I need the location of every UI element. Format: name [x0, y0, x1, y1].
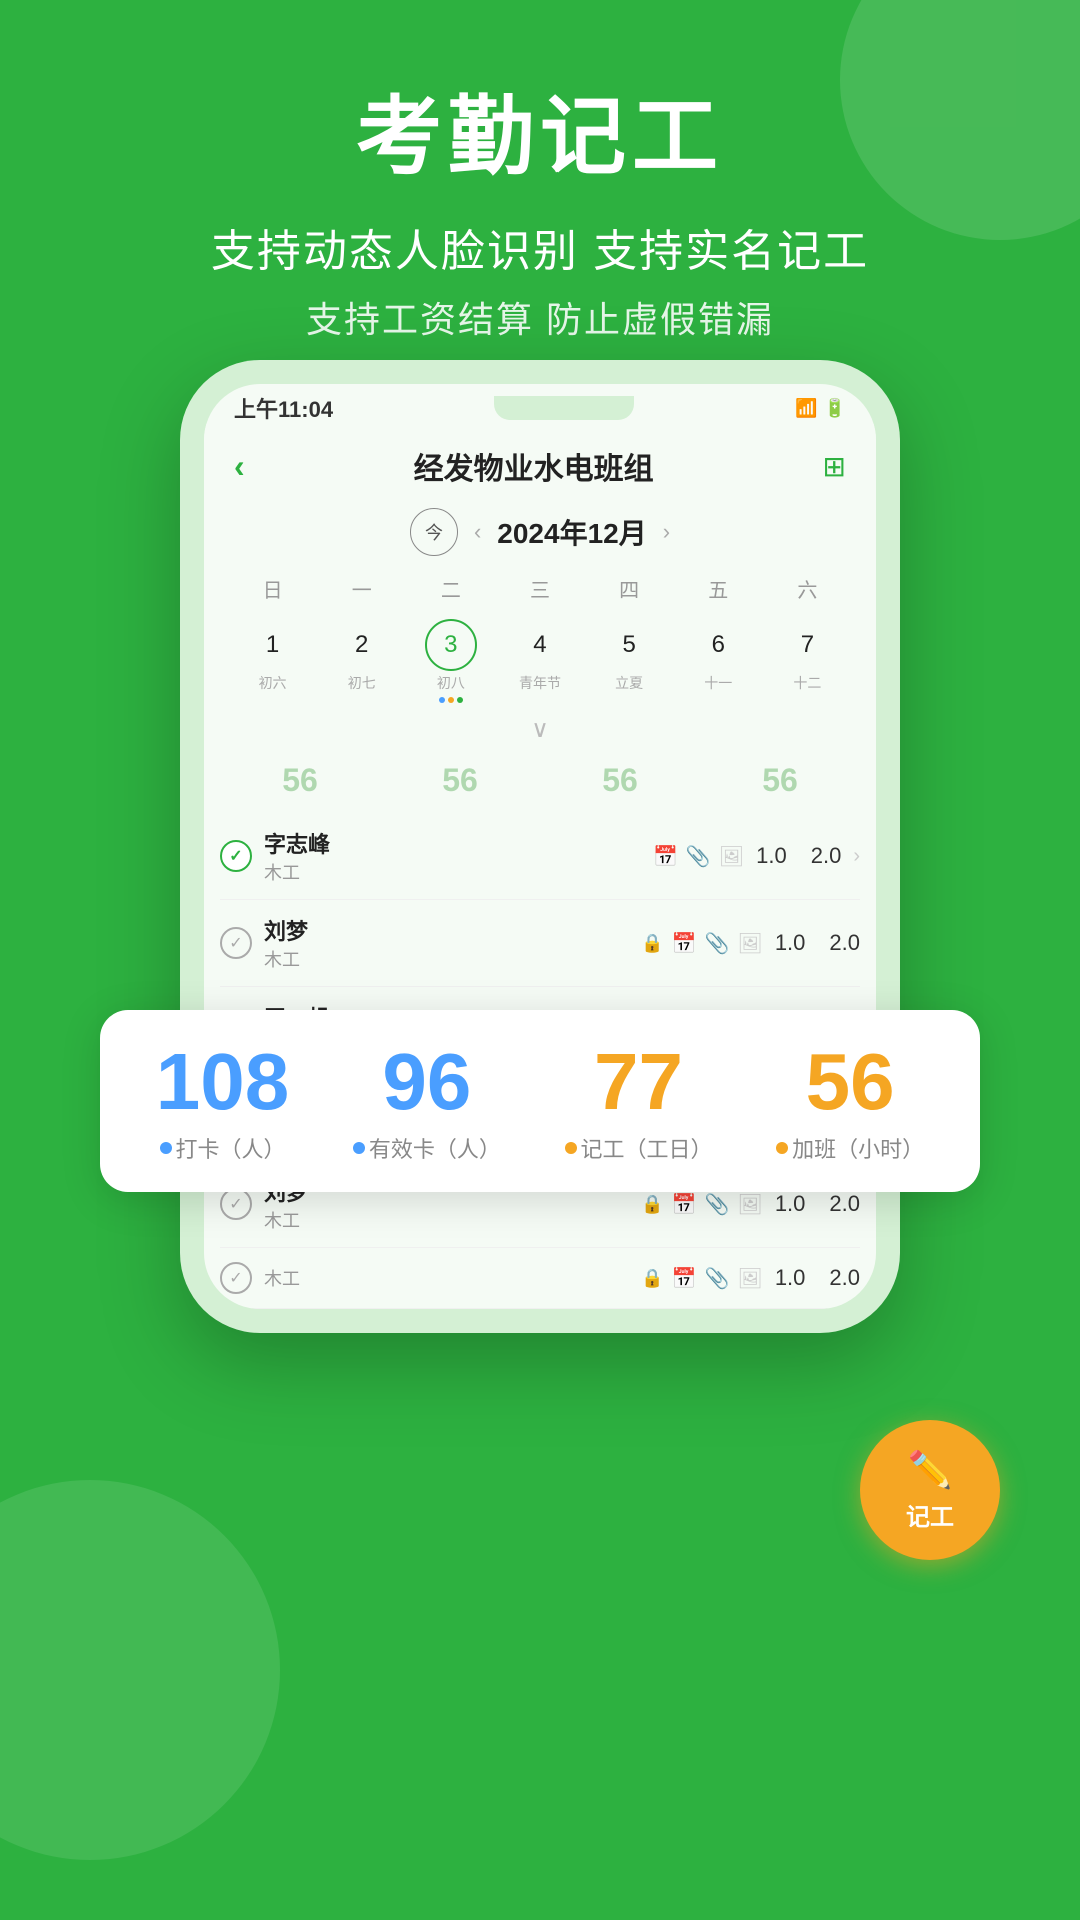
image-icon: 🖼 — [737, 1266, 762, 1291]
weekday-thu: 四 — [585, 570, 674, 607]
valid-dot — [353, 1142, 365, 1154]
worker-row[interactable]: ✓ 字志峰 木工 📅 📎 🖼 1.0 2. — [220, 813, 860, 900]
wifi-icon: 📶 — [795, 398, 817, 419]
record-fab-button[interactable]: ✏️ 记工 — [860, 1420, 1000, 1560]
lock-icon: 🔒 — [641, 1268, 663, 1289]
calendar-expand-button[interactable]: ∨ — [228, 709, 852, 752]
back-button[interactable]: ‹ — [234, 448, 245, 485]
calendar-day-4[interactable]: 4 青年节 — [495, 613, 584, 709]
header-section: 考勤记工 支持动态人脸识别 支持实名记工 支持工资结算 防止虚假错漏 — [0, 0, 1080, 343]
worker-check-2[interactable]: ✓ — [220, 927, 252, 959]
month-label: 2024年12月 — [497, 512, 646, 552]
image-icon: 🖼 — [737, 1192, 762, 1217]
worker-check-1[interactable]: ✓ — [220, 840, 252, 872]
calendar-day-3[interactable]: 3 初八 — [406, 613, 495, 709]
subtitle-2: 支持工资结算 防止虚假错漏 — [0, 291, 1080, 343]
ghost-stats-row: 56 56 56 56 — [204, 752, 876, 809]
workday-count: 77 — [594, 1042, 683, 1122]
battery-icon: 🔋 — [824, 398, 846, 419]
worker-hours-5: 1.0 2.0 — [775, 1191, 860, 1217]
worker-action-icons-6: 🔒 📅 📎 🖼 — [641, 1266, 763, 1291]
stat-item-workday: 77 记工（工日） — [565, 1042, 713, 1164]
checkin-label: 打卡（人） — [160, 1132, 286, 1164]
valid-count: 96 — [382, 1042, 471, 1122]
worker-action-icons-1: 📅 📎 🖼 — [653, 844, 744, 869]
app-header: ‹ 经发物业水电班组 ⊞ — [204, 424, 876, 498]
app-title: 经发物业水电班组 — [245, 444, 823, 488]
worker-hours-2: 1.0 2.0 — [775, 930, 860, 956]
clip-icon: 📎 — [705, 931, 730, 956]
worker-check-5[interactable]: ✓ — [220, 1188, 252, 1220]
workday-dot — [565, 1142, 577, 1154]
worker-info-1: 字志峰 木工 — [264, 827, 641, 885]
overtime-label: 加班（小时） — [776, 1132, 924, 1164]
calendar-icon: 📅 — [653, 844, 678, 869]
worker-check-6[interactable]: ✓ — [220, 1262, 252, 1294]
weekday-tue: 二 — [406, 570, 495, 607]
calendar-day-5[interactable]: 5 立夏 — [585, 613, 674, 709]
worker-action-icons-5: 🔒 📅 📎 🖼 — [641, 1192, 763, 1217]
stats-card: 108 打卡（人） 96 有效卡（人） 77 记工（工日） 56 加班（小时） — [100, 1010, 980, 1192]
worker-row[interactable]: ✓ 木工 🔒 📅 📎 🖼 1.0 — [220, 1248, 860, 1309]
image-icon: 🖼 — [719, 844, 744, 869]
row-arrow-1: › — [853, 845, 860, 868]
overtime-dot — [776, 1142, 788, 1154]
calendar-day-6[interactable]: 6 十一 — [674, 613, 763, 709]
stat-item-overtime: 56 加班（小时） — [776, 1042, 924, 1164]
lock-icon: 🔒 — [641, 1194, 663, 1215]
weekday-fri: 五 — [674, 570, 763, 607]
phone-status-icons: 📶 🔋 — [795, 398, 846, 419]
clip-icon: 📎 — [705, 1192, 730, 1217]
stat-item-checkin: 108 打卡（人） — [156, 1042, 289, 1164]
prev-month-button[interactable]: ‹ — [474, 519, 481, 545]
bg-decoration-bottom — [0, 1480, 280, 1860]
day-dots — [439, 697, 463, 703]
weekday-wed: 三 — [495, 570, 584, 607]
calendar-month-row: 今 ‹ 2024年12月 › — [228, 508, 852, 556]
workday-label: 记工（工日） — [565, 1132, 713, 1164]
phone-notch — [494, 396, 634, 420]
weekday-mon: 一 — [317, 570, 406, 607]
clip-icon: 📎 — [705, 1266, 730, 1291]
worker-hours-1: 1.0 2.0 — [756, 843, 841, 869]
calendar-icon: 📅 — [672, 931, 697, 956]
weekday-sun: 日 — [228, 570, 317, 607]
main-title: 考勤记工 — [0, 90, 1080, 185]
calendar-day-7[interactable]: 7 十二 — [763, 613, 852, 709]
calendar-days: 1 初六 2 初七 3 初八 — [228, 613, 852, 709]
lock-icon: 🔒 — [641, 933, 663, 954]
calendar-day-2[interactable]: 2 初七 — [317, 613, 406, 709]
calendar-icon: 📅 — [672, 1266, 697, 1291]
calendar-section: 今 ‹ 2024年12月 › 日 一 二 三 四 五 六 1 — [204, 498, 876, 752]
checkmark-icon: ✓ — [229, 846, 242, 866]
image-icon: 🖼 — [737, 931, 762, 956]
qr-icon[interactable]: ⊞ — [823, 450, 846, 483]
fab-label: 记工 — [906, 1497, 954, 1532]
worker-row[interactable]: ✓ 刘梦 木工 🔒 📅 📎 🖼 1.0 — [220, 900, 860, 987]
clip-icon: 📎 — [686, 844, 711, 869]
edit-icon: ✏️ — [908, 1449, 953, 1491]
today-badge[interactable]: 今 — [410, 508, 458, 556]
stat-item-valid: 96 有效卡（人） — [353, 1042, 501, 1164]
worker-info-6: 木工 — [264, 1265, 629, 1291]
calendar-weekdays: 日 一 二 三 四 五 六 — [228, 570, 852, 607]
checkin-count: 108 — [156, 1042, 289, 1122]
worker-hours-6: 1.0 2.0 — [775, 1265, 860, 1291]
valid-label: 有效卡（人） — [353, 1132, 501, 1164]
subtitle-1: 支持动态人脸识别 支持实名记工 — [0, 215, 1080, 279]
next-month-button[interactable]: › — [663, 519, 670, 545]
worker-action-icons-2: 🔒 📅 📎 🖼 — [641, 931, 763, 956]
checkin-dot — [160, 1142, 172, 1154]
weekday-sat: 六 — [763, 570, 852, 607]
worker-info-2: 刘梦 木工 — [264, 914, 629, 972]
phone-time: 上午11:04 — [234, 392, 333, 424]
status-bar: 上午11:04 📶 🔋 — [204, 384, 876, 424]
overtime-count: 56 — [806, 1042, 895, 1122]
calendar-icon: 📅 — [672, 1192, 697, 1217]
calendar-day-1[interactable]: 1 初六 — [228, 613, 317, 709]
